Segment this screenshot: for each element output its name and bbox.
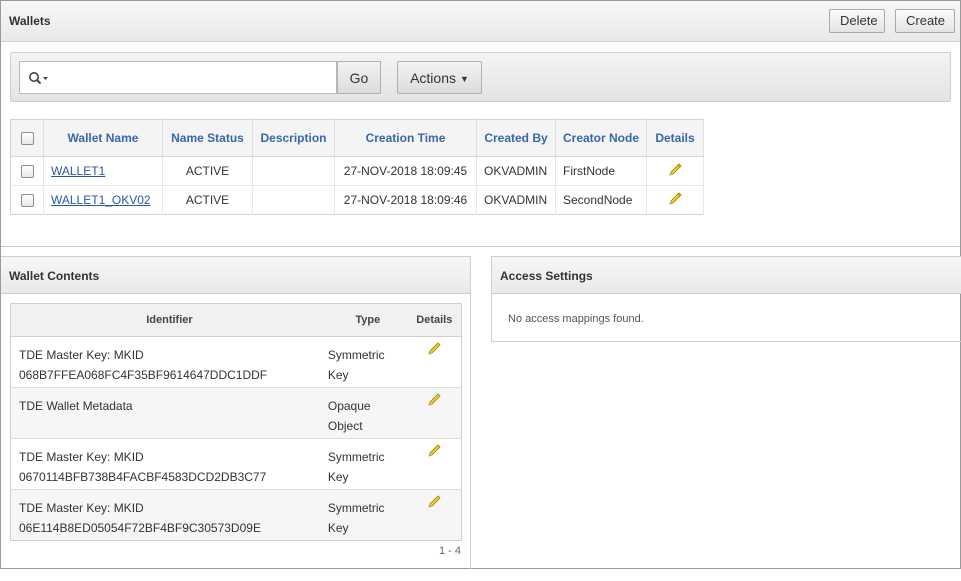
identifier-value: 0670114BFB738B4FACBF4583DCD2DB3C77 [19, 470, 267, 484]
description-cell [252, 156, 335, 186]
wallet-contents-region: Wallet Contents Identifier Type Details … [1, 256, 471, 569]
table-row: WALLET1_OKV02 ACTIVE 27-NOV-2018 18:09:4… [10, 185, 705, 215]
created-by-cell: OKVADMIN [476, 185, 556, 215]
creation-time-cell: 27-NOV-2018 18:09:46 [334, 185, 477, 215]
type-cell: Symmetric Key [327, 336, 408, 388]
details-cell [407, 387, 462, 439]
creator-node-cell: FirstNode [555, 156, 648, 186]
pencil-icon[interactable] [426, 443, 442, 459]
identifier-cell: TDE Master Key: MKID 06E114B8ED05054F72BF… [10, 489, 328, 541]
pencil-icon[interactable] [426, 341, 442, 357]
search-icon[interactable] [28, 71, 52, 85]
type-line2: Key [327, 521, 349, 535]
actions-menu-button[interactable]: Actions ▼ [397, 61, 482, 94]
type-cell: Symmetric Key [327, 489, 408, 541]
wallet-contents-header: Wallet Contents [1, 257, 470, 294]
col-wallet-name[interactable]: Wallet Name [43, 119, 163, 157]
col-type: Type [327, 303, 408, 337]
access-settings-region: Access Settings No access mappings found… [491, 256, 961, 342]
details-cell [646, 156, 705, 186]
identifier-cell: TDE Master Key: MKID 068B7FFEA068FC4F35BF… [10, 336, 328, 388]
status-badge: ACTIVE [162, 156, 253, 186]
identifier-cell: TDE Wallet Metadata [10, 387, 328, 439]
identifier-label: TDE Master Key: MKID [19, 348, 144, 362]
app-frame: Wallets Delete Create Go Actions ▼ Wallet [0, 0, 961, 569]
section-divider [1, 246, 960, 247]
actions-label: Actions [410, 69, 456, 86]
type-line1: Symmetric [327, 348, 385, 362]
pencil-icon[interactable] [667, 162, 683, 178]
row-select-cell [10, 156, 44, 186]
created-by-cell: OKVADMIN [476, 156, 556, 186]
identifier-cell: TDE Master Key: MKID 0670114BFB738B4FACBF… [10, 438, 328, 490]
table-row: WALLET1 ACTIVE 27-NOV-2018 18:09:45 OKVA… [10, 156, 705, 186]
type-line1: Symmetric [327, 501, 385, 515]
empty-message: No access mappings found. [508, 313, 644, 325]
type-line2: Key [327, 470, 349, 484]
chevron-down-icon: ▼ [460, 73, 469, 84]
creation-time-cell: 27-NOV-2018 18:09:45 [334, 156, 477, 186]
wallet-name-link[interactable]: WALLET1_OKV02 [51, 193, 151, 207]
type-line1: Symmetric [327, 450, 385, 464]
table-row: TDE Master Key: MKID 06E114B8ED05054F72BF… [10, 489, 462, 541]
row-select-cell [10, 185, 44, 215]
type-cell: Symmetric Key [327, 438, 408, 490]
details-cell [407, 336, 462, 388]
wallet-name-cell: WALLET1_OKV02 [43, 185, 163, 215]
pencil-icon[interactable] [426, 494, 442, 510]
col-name-status[interactable]: Name Status [162, 119, 253, 157]
select-all-checkbox[interactable] [20, 132, 34, 146]
go-button[interactable]: Go [337, 61, 381, 94]
select-all-cell [10, 119, 44, 157]
wallets-header: Wallets Delete Create [1, 1, 960, 42]
table-row: TDE Master Key: MKID 0670114BFB738B4FACBF… [10, 438, 462, 490]
col-details: Details [407, 303, 462, 337]
type-cell: Opaque Object [327, 387, 408, 439]
creator-node-cell: SecondNode [555, 185, 648, 215]
search-box[interactable] [19, 61, 337, 94]
details-cell [407, 489, 462, 541]
wallets-table-header: Wallet Name Name Status Description Crea… [10, 119, 705, 157]
col-details: Details [646, 119, 705, 157]
identifier-label: TDE Master Key: MKID [19, 450, 144, 464]
row-checkbox[interactable] [20, 194, 34, 208]
col-identifier: Identifier [10, 303, 328, 337]
wallets-table: Wallet Name Name Status Description Crea… [10, 119, 705, 215]
wallet-name-link[interactable]: WALLET1 [51, 164, 105, 178]
type-line1: Opaque [327, 399, 371, 413]
wallet-contents-title: Wallet Contents [9, 269, 100, 283]
description-cell [252, 185, 335, 215]
details-cell [646, 185, 705, 215]
details-cell [407, 438, 462, 490]
wallet-name-cell: WALLET1 [43, 156, 163, 186]
delete-button[interactable]: Delete [829, 9, 885, 33]
wallet-contents-table: Identifier Type Details TDE Master Key: … [10, 303, 462, 541]
pagination-info: 1 - 4 [439, 545, 462, 557]
search-input[interactable] [54, 65, 332, 90]
identifier-value: 068B7FFEA068FC4F35BF9614647DDC1DDF [19, 368, 268, 382]
identifier-label: TDE Master Key: MKID [19, 501, 144, 515]
type-line2: Object [327, 419, 363, 433]
col-created-by[interactable]: Created By [476, 119, 556, 157]
pencil-icon[interactable] [667, 191, 683, 207]
row-checkbox[interactable] [20, 165, 34, 179]
search-toolbar: Go Actions ▼ [10, 52, 951, 102]
type-line2: Key [327, 368, 349, 382]
create-button[interactable]: Create [895, 9, 955, 33]
status-badge: ACTIVE [162, 185, 253, 215]
col-description[interactable]: Description [252, 119, 335, 157]
identifier-value: 06E114B8ED05054F72BF4BF9C30573D09E [19, 521, 261, 535]
contents-table-header: Identifier Type Details [10, 303, 462, 337]
col-creation-time[interactable]: Creation Time [334, 119, 477, 157]
table-row: TDE Wallet Metadata Opaque Object [10, 387, 462, 439]
access-settings-title: Access Settings [500, 269, 593, 283]
access-settings-header: Access Settings [492, 257, 961, 294]
wallets-title: Wallets [9, 14, 51, 28]
identifier-label: TDE Wallet Metadata [19, 399, 133, 413]
pencil-icon[interactable] [426, 392, 442, 408]
col-creator-node[interactable]: Creator Node [555, 119, 648, 157]
table-row: TDE Master Key: MKID 068B7FFEA068FC4F35BF… [10, 336, 462, 388]
